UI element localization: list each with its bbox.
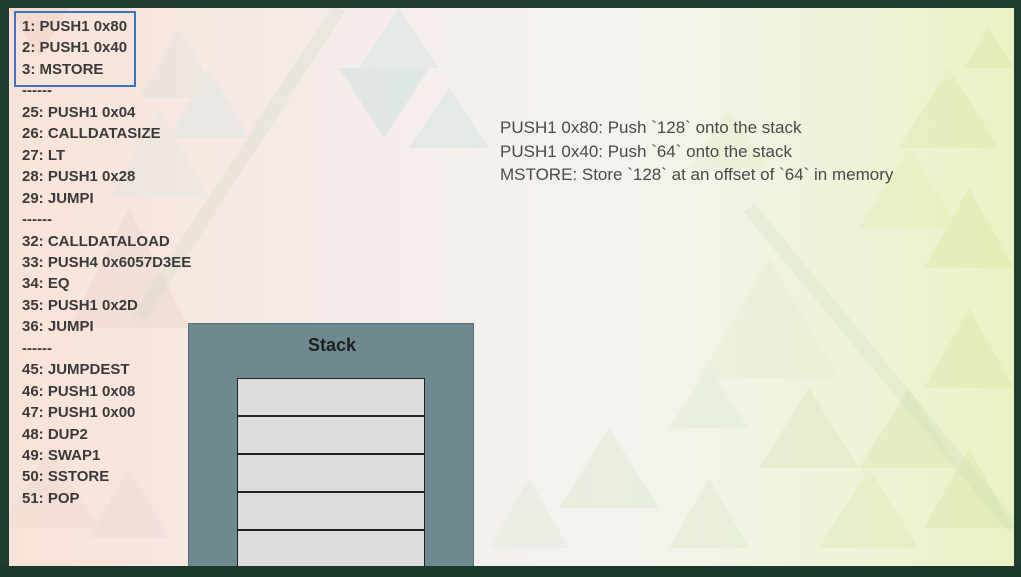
opcode-line: 26: CALLDATASIZE [22,125,161,143]
stack-slot [237,492,425,530]
opcode-line: 47: PUSH1 0x00 [22,404,136,422]
opcode-line: 29: JUMPI [22,189,94,207]
explanation-line: PUSH1 0x80: Push `128` onto the stack [500,118,802,137]
opcode-line: 46: PUSH1 0x08 [22,382,136,400]
stack-slot [237,416,425,454]
opcode-line: 48: DUP2 [22,425,88,443]
opcode-line: 45: JUMPDEST [22,361,130,379]
opcode-line: 33: PUSH4 0x6057D3EE [22,253,192,271]
opcode-line: 1: PUSH1 0x80 [22,18,128,35]
explanation-line: MSTORE: Store `128` at an offset of `64`… [500,165,894,184]
triangle-pattern-background [9,8,1014,548]
explanation-line: PUSH1 0x40: Push `64` onto the stack [500,142,792,161]
stack-panel: Stack [188,323,474,568]
opcode-line: 51: POP [22,489,80,507]
video-frame: 1: PUSH1 0x80 2: PUSH1 0x40 3: MSTORE -----… [0,0,1021,577]
section-separator: ------ [22,82,52,100]
stack-slot [237,378,425,416]
opcode-line: 34: EQ [22,275,70,293]
opcode-line: 27: LT [22,146,66,164]
opcode-line: 50: SSTORE [22,468,110,486]
section-separator: ------ [22,211,52,229]
opcode-line: 3: MSTORE [22,60,104,78]
opcode-line: 32: CALLDATALOAD [22,232,170,250]
stack-title: Stack [307,335,357,355]
opcode-line: 25: PUSH1 0x04 [22,103,136,121]
bottom-bar [0,566,1021,577]
opcode-line: 49: SWAP1 [22,447,101,464]
section-separator: ------ [22,339,52,357]
stack-slot [237,530,425,568]
opcode-line: 28: PUSH1 0x28 [22,168,136,186]
slide: 1: PUSH1 0x80 2: PUSH1 0x40 3: MSTORE -----… [9,8,1014,568]
opcode-line: 36: JUMPI [22,318,94,336]
opcode-line: 35: PUSH1 0x2D [22,296,138,314]
opcode-line: 2: PUSH1 0x40 [22,39,128,57]
stack-slot [237,454,425,492]
